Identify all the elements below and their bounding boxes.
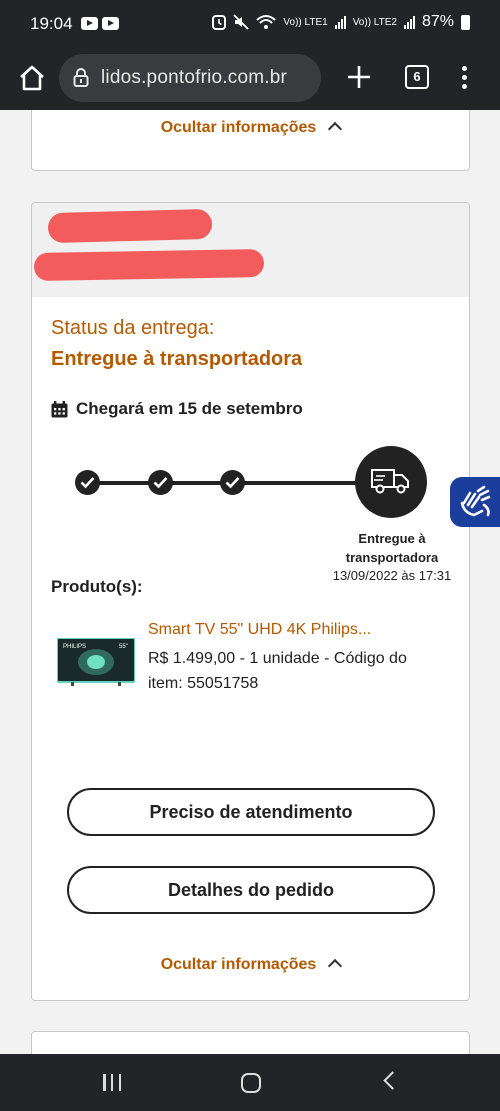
wifi-icon — [256, 15, 277, 29]
home-button-icon[interactable] — [241, 1073, 261, 1093]
current-step-date: 13/09/2022 às 17:31 — [332, 568, 452, 583]
redaction-mark — [47, 208, 213, 244]
battery-icon — [461, 14, 470, 30]
sim2-label: Vo)) LTE2 — [352, 16, 397, 28]
sign-language-accessibility-button[interactable] — [450, 477, 500, 527]
current-step-line1: Entregue à — [358, 531, 426, 546]
status-bar: 19:04 Vo)) LTE1 Vo)) LTE2 87% — [0, 0, 500, 48]
clock: 19:04 — [30, 14, 73, 33]
redaction-mark — [33, 248, 265, 282]
hide-info-label: Ocultar informações — [160, 119, 317, 136]
overflow-menu-icon[interactable] — [462, 66, 468, 90]
page-content: Ocultar informações Status da entrega: E… — [0, 110, 500, 1054]
truck-icon — [355, 446, 427, 518]
alarm-icon — [212, 15, 227, 30]
order-details-button[interactable]: Detalhes do pedido — [67, 866, 435, 914]
back-icon[interactable] — [383, 1071, 402, 1090]
url-text: lidos.pontofrio.com.br — [101, 67, 288, 88]
step-2-check-icon — [148, 470, 173, 495]
arrival-text: Chegará em 15 de setembro — [76, 399, 303, 418]
delivery-status-label: Status da entrega: — [51, 317, 215, 339]
product-thumbnail[interactable]: PHILIPS 55" — [57, 638, 135, 686]
sign-language-icon — [460, 485, 491, 517]
product-name-link[interactable]: Smart TV 55" UHD 4K Philips... — [148, 621, 371, 639]
tab-switcher-button[interactable]: 6 — [405, 65, 429, 89]
youtube-notification-icon — [81, 17, 98, 30]
step-1-check-icon — [75, 470, 100, 495]
previous-order-card: Ocultar informações — [31, 110, 470, 171]
youtube-notification-icon — [102, 17, 119, 30]
order-card: Status da entrega: Entregue à transporta… — [31, 202, 470, 1001]
address-bar[interactable]: lidos.pontofrio.com.br — [59, 54, 321, 102]
signal-icon — [403, 15, 415, 29]
chevron-up-icon — [328, 958, 343, 974]
site-info-icon[interactable] — [73, 68, 89, 88]
current-step-line2: transportadora — [345, 550, 439, 565]
product-details: R$ 1.499,00 - 1 unidade - Código do item… — [148, 650, 407, 692]
browser-toolbar: lidos.pontofrio.com.br 6 — [0, 48, 500, 110]
current-step-title: Entregue à transportadora — [312, 529, 469, 567]
support-button[interactable]: Preciso de atendimento — [67, 788, 435, 836]
signal-icon — [334, 15, 346, 29]
hide-info-label: Ocultar informações — [160, 956, 317, 973]
thumb-size: 55" — [119, 644, 128, 650]
battery-percent: 87% — [421, 13, 454, 30]
next-order-card — [31, 1031, 470, 1054]
hide-info-toggle[interactable]: Ocultar informações — [32, 119, 469, 137]
home-icon[interactable] — [18, 65, 46, 91]
system-navigation-bar — [0, 1054, 500, 1111]
new-tab-icon[interactable] — [346, 64, 372, 90]
step-3-check-icon — [220, 470, 245, 495]
order-header — [32, 203, 469, 297]
mute-icon — [233, 14, 250, 30]
products-heading: Produto(s): — [51, 577, 143, 596]
calendar-icon — [51, 400, 68, 417]
thumb-brand: PHILIPS — [63, 644, 86, 650]
delivery-status-value: Entregue à transportadora — [51, 348, 303, 370]
chevron-up-icon — [328, 121, 343, 137]
sim1-label: Vo)) LTE1 — [283, 16, 328, 28]
status-icons: Vo)) LTE1 Vo)) LTE2 87% — [212, 13, 470, 31]
arrival-estimate: Chegará em 15 de setembro — [51, 399, 303, 419]
recent-apps-icon[interactable] — [103, 1074, 121, 1091]
hide-info-toggle[interactable]: Ocultar informações — [32, 956, 469, 974]
